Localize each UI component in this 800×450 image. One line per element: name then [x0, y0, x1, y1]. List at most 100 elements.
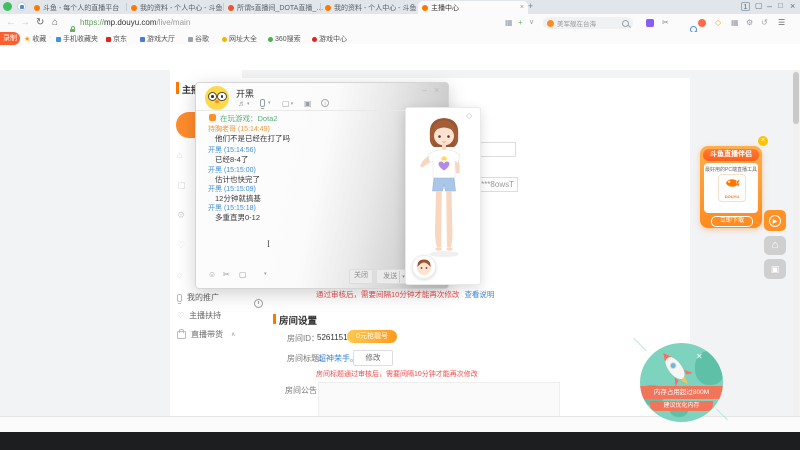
page-scrollbar[interactable] — [793, 70, 799, 416]
extension-fox-icon[interactable] — [698, 19, 706, 27]
new-tab-button[interactable]: + — [528, 1, 533, 11]
promo-banner[interactable]: 斗鱼直播伴侣 最好用的PC端直播工具 DOUYU 立即下载 — [700, 146, 762, 228]
emoji-icon[interactable]: ☺ — [208, 270, 216, 279]
modify-button[interactable]: 修改 — [353, 350, 393, 366]
apps-grid-icon[interactable]: ▦ — [731, 18, 739, 27]
history-restore-icon[interactable]: ↺ — [761, 18, 768, 27]
toolbar-caret-icon[interactable]: ∨ — [529, 18, 534, 26]
tab-favicon — [131, 4, 137, 11]
bookmark-mobile[interactable]: 手机收藏夹 — [56, 34, 98, 44]
float-home-button[interactable]: ⌂ — [764, 236, 786, 255]
adblock-icon[interactable]: + — [518, 18, 523, 27]
browser-logo-icon[interactable] — [3, 2, 12, 11]
back-button[interactable]: ← — [6, 17, 16, 28]
bookmark-jd[interactable]: 京东 — [106, 34, 127, 44]
send-options-caret-icon[interactable]: ▾ — [399, 270, 405, 283]
caret-down-icon[interactable]: ▾ — [291, 101, 294, 107]
window-mode-toggle[interactable]: ▢ ▾ — [282, 99, 293, 108]
window-close-button[interactable]: × — [790, 1, 795, 11]
shield-icon[interactable]: ◇ — [715, 18, 721, 27]
message-text: 他们不是已经在打了吗 — [215, 134, 290, 143]
message-sender[interactable]: 开黑 — [208, 205, 222, 212]
vanity-id-badge[interactable]: 0元抢靓号 — [347, 330, 397, 343]
chat-close-button[interactable]: 关闭 — [349, 269, 373, 284]
sidebar-hidden-icon[interactable]: ▢ — [177, 180, 186, 191]
collapse-caret-icon[interactable]: ∧ — [231, 331, 235, 338]
sidebar-hidden-icon[interactable]: ♡ — [177, 240, 185, 251]
sidebar-item-promotion[interactable]: 我的推广 — [177, 292, 219, 304]
caret-down-icon[interactable]: ▾ — [264, 271, 267, 277]
home-icon: ⌂ — [771, 239, 779, 251]
sidebar-item-ecommerce[interactable]: 直播带货 ∧ — [177, 328, 235, 340]
layout-icon[interactable]: ▢ — [755, 1, 763, 10]
message-sender[interactable]: 开黑 — [208, 186, 222, 193]
bookmark-sites[interactable]: 网址大全 — [222, 34, 257, 44]
recorder-badge[interactable]: 录制 — [0, 32, 20, 45]
tab-4[interactable]: 我的资料 - 个人中心 - 斗鱼 — [321, 1, 425, 14]
bookmark-icon — [140, 36, 145, 42]
message-time: (15:15:00) — [223, 167, 256, 174]
chat-avatar-owl[interactable] — [205, 86, 229, 110]
tab-title: 我的资料 - 个人中心 - 斗鱼 — [140, 4, 223, 12]
address-bar[interactable]: https://mp.douyu.com/live/main — [80, 18, 190, 27]
search-icon[interactable] — [622, 19, 629, 27]
gear-icon[interactable]: ⚙ — [746, 18, 753, 27]
screen-share-button[interactable]: ▣ — [304, 99, 312, 108]
tab-5-active[interactable]: 主播中心 × — [418, 1, 528, 14]
avatar-panel[interactable]: ◇ — [405, 107, 481, 285]
bookmark-game-center[interactable]: 游戏中心 — [312, 34, 347, 44]
sidebar-hidden-icon[interactable]: ⌂ — [177, 150, 182, 160]
memory-popup[interactable]: 内存占用超过800M 建议优化内存 ✕ — [633, 337, 729, 428]
speaker-toggle[interactable]: ♬ ▾ — [238, 99, 250, 108]
sidebar-item-support[interactable]: ♡ 主播扶持 — [177, 310, 221, 321]
hot-search-box[interactable]: 美军舰在台海 — [543, 17, 633, 29]
tab-close-icon[interactable]: × — [520, 4, 524, 11]
screenshot-icon[interactable]: ✂ — [662, 18, 669, 27]
message-sender[interactable]: 开黑 — [208, 167, 222, 174]
title-review-notice: 房间标题通过审核后，需要间隔10分钟才能再次修改 — [316, 371, 478, 378]
popup-close-icon[interactable]: ✕ — [696, 352, 703, 361]
chat-close-icon[interactable]: × — [434, 85, 439, 95]
minimize-button[interactable]: – — [767, 1, 772, 11]
reading-mode-icon[interactable]: ▦ — [505, 18, 513, 27]
sidebar-hidden-icon[interactable]: ⚙ — [177, 210, 185, 221]
bookmark-favorites[interactable]: ★ 收藏 — [24, 34, 46, 44]
sidebar-hidden-icon[interactable]: ○ — [177, 270, 182, 280]
view-instructions-link[interactable]: 查看说明 — [464, 290, 494, 299]
message-sender[interactable]: 开黑 — [208, 147, 222, 154]
avatar-face-thumbnail[interactable] — [412, 255, 436, 279]
search-suggestion-text: 美军舰在台海 — [557, 21, 596, 28]
scrollbar-thumb[interactable] — [793, 72, 799, 124]
image-icon[interactable]: ▢ — [239, 270, 247, 279]
bookmark-game-hall[interactable]: 游戏大厅 — [140, 34, 175, 44]
float-feedback-button[interactable]: ▣ — [764, 259, 786, 279]
extension-purple-icon[interactable] — [646, 19, 654, 27]
screenshot-icon[interactable]: ✂ — [223, 270, 230, 279]
caret-down-icon[interactable]: ▾ — [268, 100, 271, 106]
caret-down-icon[interactable]: ▾ — [247, 101, 250, 107]
history-icon[interactable] — [254, 299, 263, 308]
bookmark-google[interactable]: 谷歌 — [188, 34, 209, 44]
chat-input-area[interactable]: I — [204, 228, 404, 266]
promo-download-button[interactable]: 立即下载 — [711, 216, 753, 227]
message-sender[interactable]: 持胸老哥 — [208, 126, 236, 133]
mic-toggle[interactable]: ▾ — [260, 99, 271, 109]
tab-favicon — [325, 4, 331, 11]
home-button[interactable]: ⌂ — [52, 17, 58, 28]
speed-mode-icon[interactable] — [17, 2, 26, 11]
bookmark-icon — [106, 36, 111, 42]
chat-minimize-icon[interactable]: – — [422, 85, 427, 95]
maximize-button[interactable]: □ — [778, 1, 783, 10]
forward-button[interactable]: → — [20, 17, 30, 28]
tab-1[interactable]: 斗鱼 - 每个人的直播平台 — [30, 1, 134, 14]
profile-badge[interactable]: 1 — [741, 2, 750, 11]
announcement-textarea[interactable] — [318, 382, 560, 420]
float-video-button[interactable]: ▶ — [764, 210, 786, 231]
promo-close-icon[interactable]: × — [758, 136, 768, 146]
refresh-button[interactable]: ↻ — [36, 17, 44, 28]
tab-3[interactable]: 所谓s直播间_DOTA直播_斗鱼直播 — [224, 1, 328, 14]
info-button[interactable]: i — [321, 99, 329, 107]
tab-2[interactable]: 我的资料 - 个人中心 - 斗鱼 — [127, 1, 231, 14]
menu-icon[interactable]: ☰ — [778, 18, 785, 27]
bookmark-360search[interactable]: 360搜索 — [268, 34, 301, 44]
